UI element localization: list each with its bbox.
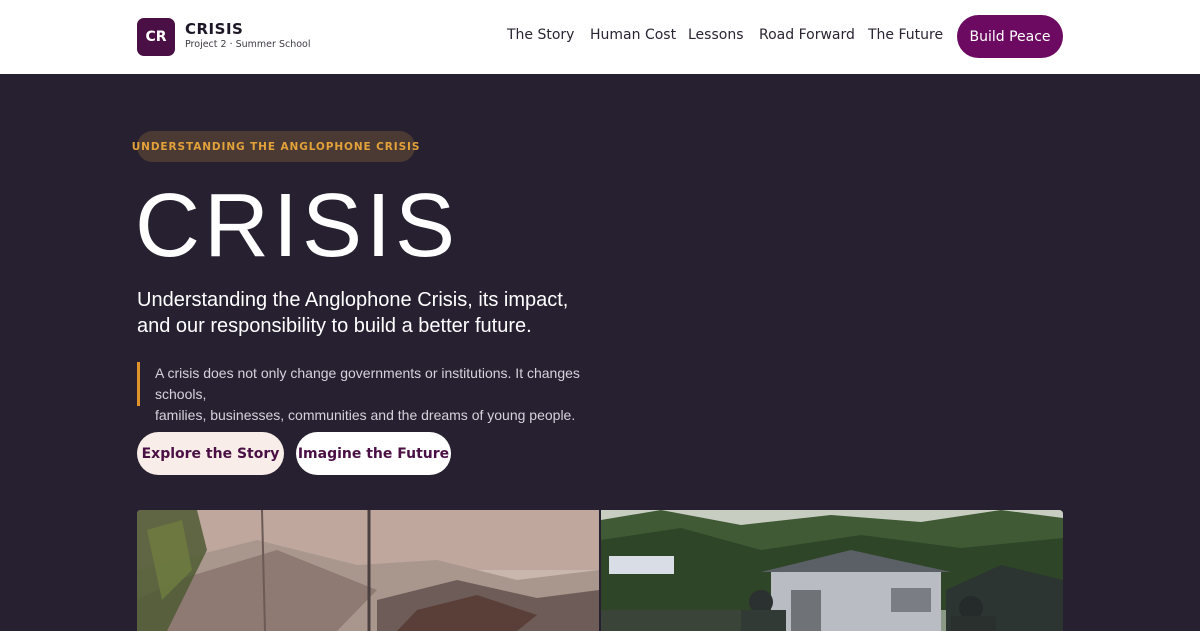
nav-the-future[interactable]: The Future [868,27,943,43]
town-rooftops-photo [137,510,599,631]
imagine-future-button[interactable]: Imagine the Future [296,432,451,475]
hero-title: CRISIS [135,176,460,276]
nav-human-cost[interactable]: Human Cost [590,27,676,43]
explore-story-button[interactable]: Explore the Story [137,432,284,475]
brand-subtitle: Project 2 · Summer School [185,39,311,50]
hero-quote: A crisis does not only change government… [155,363,625,426]
nav-road-forward[interactable]: Road Forward [759,27,855,43]
hero-subtitle-line: Understanding the Anglophone Crisis, its… [137,289,569,311]
eyebrow-badge: UNDERSTANDING THE ANGLOPHONE CRISIS [132,131,419,162]
site-header: CR CRISIS Project 2 · Summer School The … [0,0,1200,74]
hero-quote-line: A crisis does not only change government… [155,365,580,402]
nav-lessons[interactable]: Lessons [688,27,744,43]
hero-subtitle-line: and our responsibility to build a better… [137,315,532,337]
nav-the-story[interactable]: The Story [507,27,574,43]
build-peace-button[interactable]: Build Peace [957,15,1063,58]
hero-quote-line: families, businesses, communities and th… [155,407,576,423]
hero-subtitle: Understanding the Anglophone Crisis, its… [137,287,607,339]
quote-accent-bar [137,362,140,406]
soldiers-village-photo [601,510,1063,631]
logo-badge[interactable]: CR [137,18,175,56]
brand-title[interactable]: CRISIS [185,20,243,38]
